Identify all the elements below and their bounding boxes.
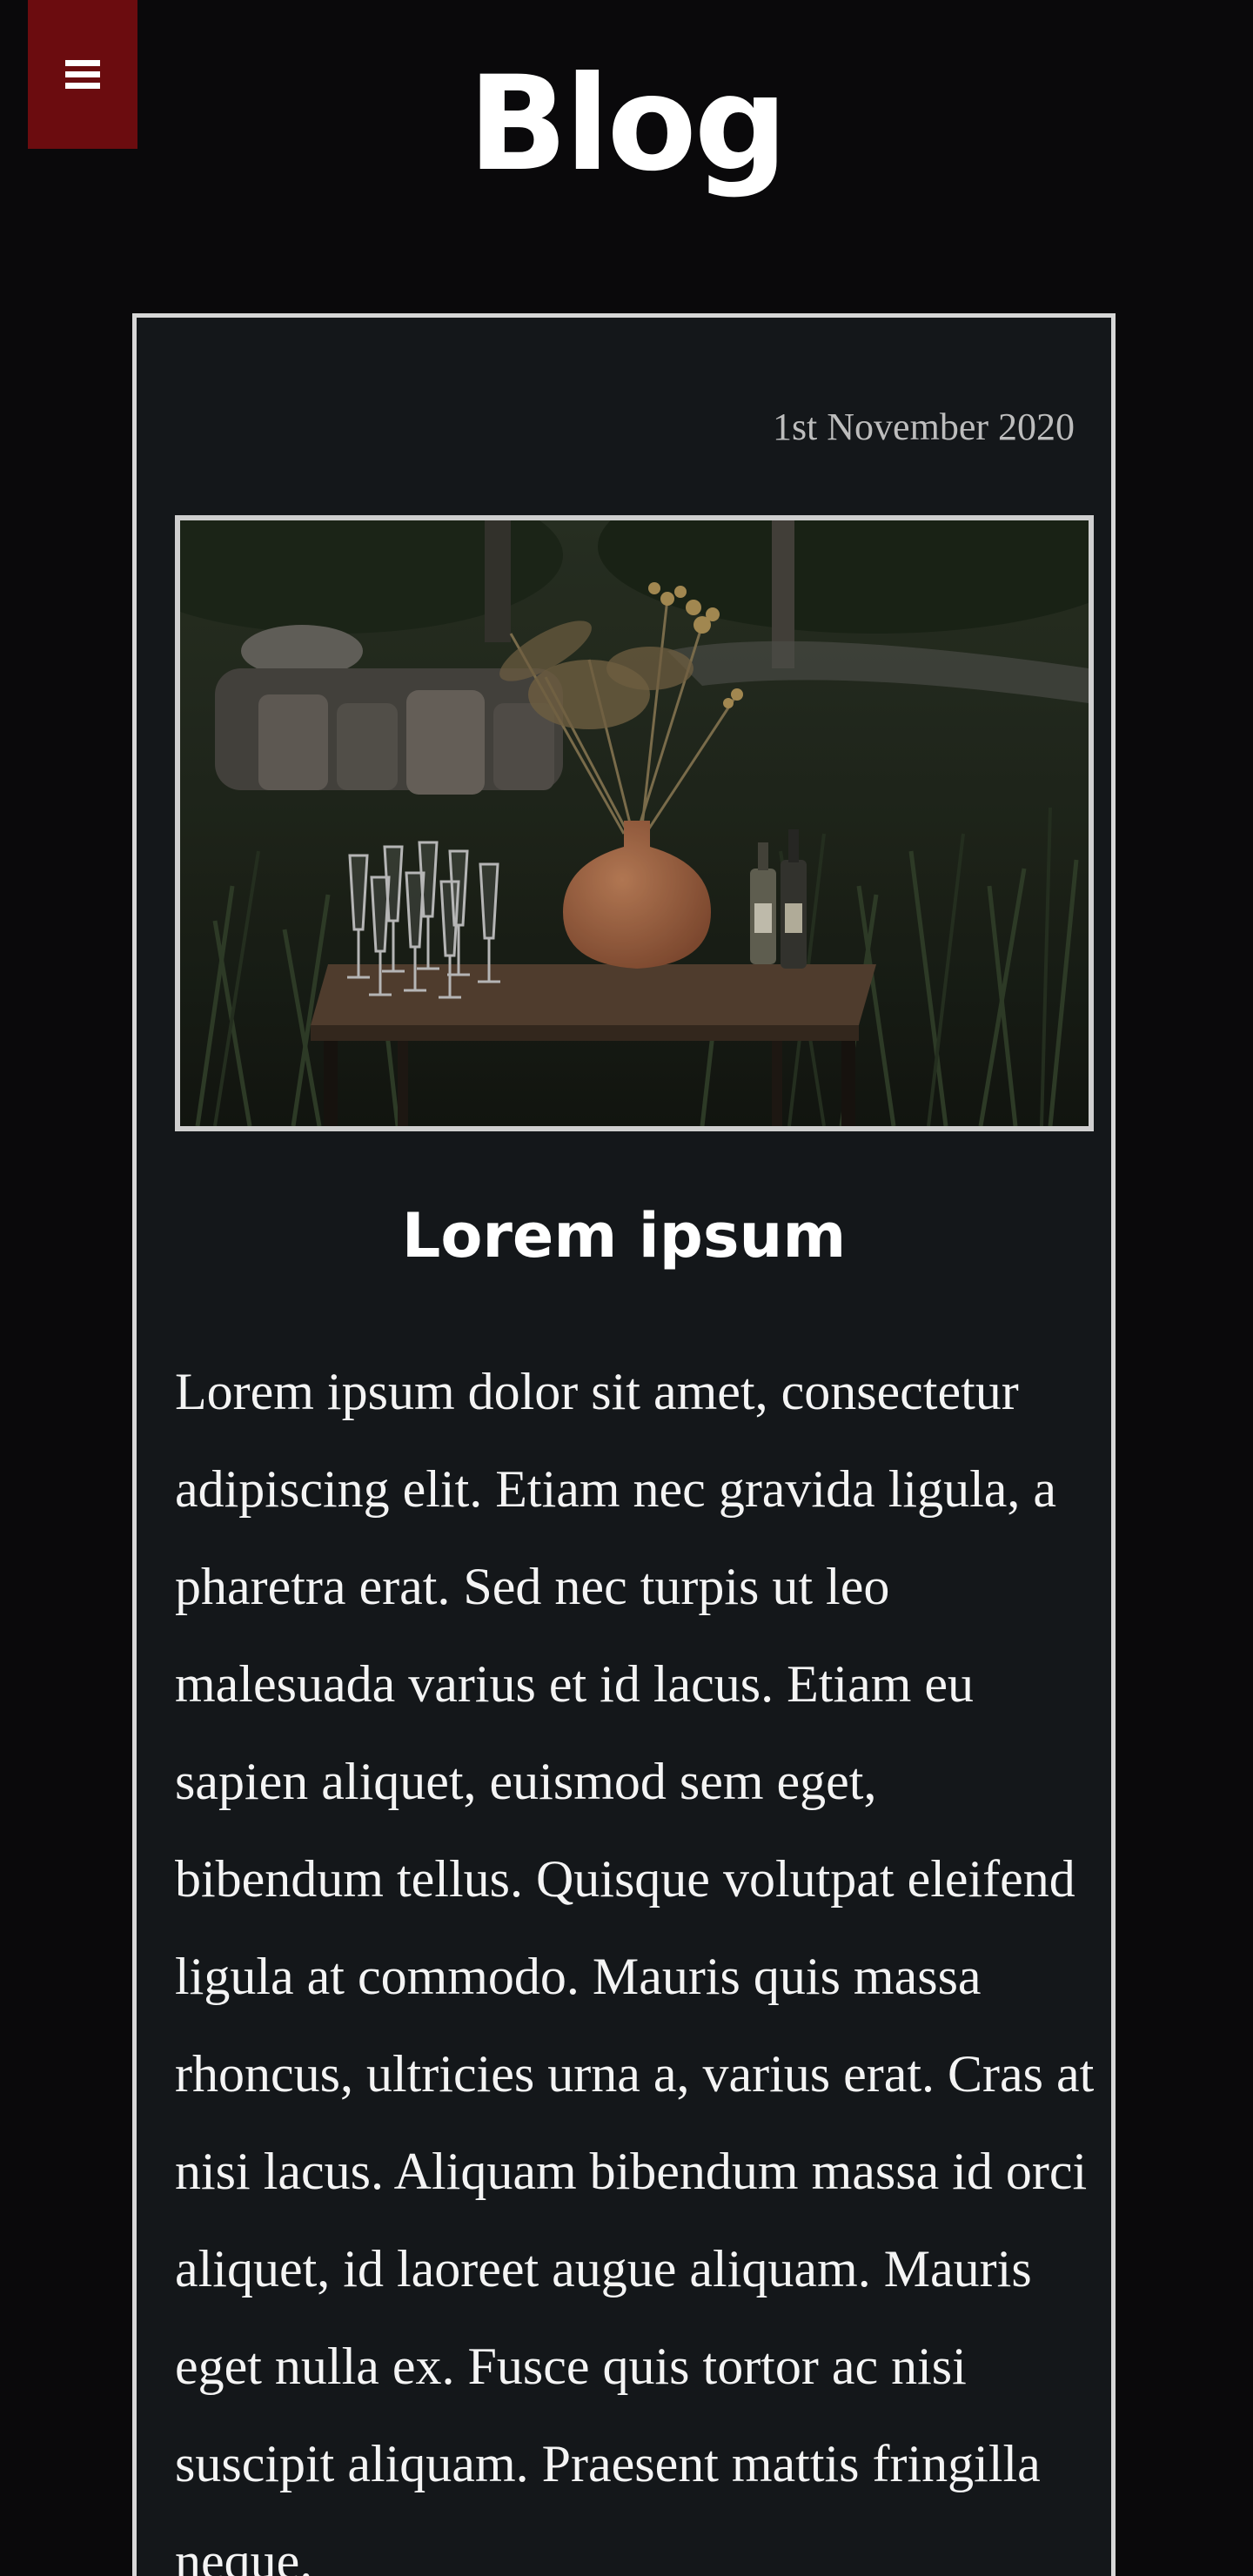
post-image: [175, 515, 1094, 1131]
post-title: Lorem ipsum: [401, 1200, 847, 1271]
post-image-illustration: [180, 520, 1089, 1126]
blog-post-card: 1st November 2020 Lorem ipsum Lorem ipsu…: [132, 313, 1116, 2576]
post-body: Lorem ipsum dolor sit amet, consectetur …: [175, 1363, 1095, 2576]
post-date: 1st November 2020: [772, 406, 1075, 448]
page-title: Blog: [467, 49, 787, 200]
